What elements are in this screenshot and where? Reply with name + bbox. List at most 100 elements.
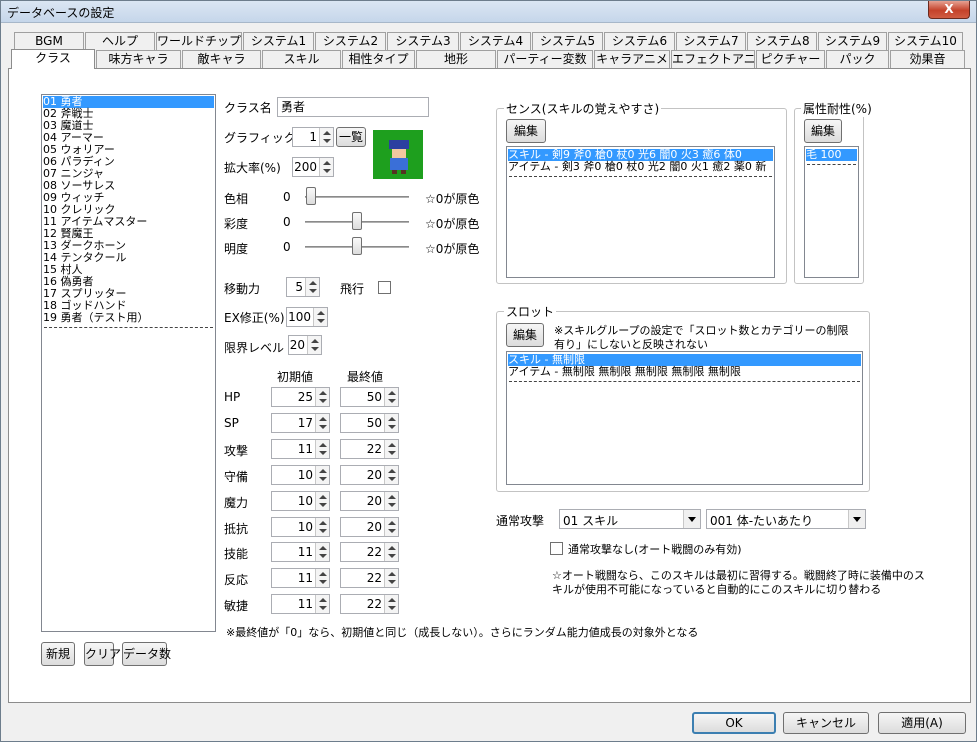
- sense-list[interactable]: スキル - 剣9 斧0 槍0 杖0 光6 闇0 火3 癒6 体0 アイテム - 剣…: [506, 146, 775, 278]
- tab-row2-4[interactable]: スキル: [262, 50, 341, 68]
- chevron-down-icon: [848, 510, 865, 528]
- spinner-arrows-icon[interactable]: [384, 465, 398, 484]
- spinner-arrows-icon[interactable]: [384, 517, 398, 536]
- stat-final-spinner[interactable]: 22: [340, 594, 399, 615]
- normal-attack-skill-select[interactable]: 001 体-たいあたり: [706, 509, 866, 529]
- ex-spinner[interactable]: 100: [286, 307, 328, 327]
- move-spinner[interactable]: 5: [286, 277, 320, 297]
- spinner-arrows-icon[interactable]: [384, 439, 398, 458]
- class-name-input[interactable]: 勇者: [277, 97, 429, 117]
- stat-final-spinner[interactable]: 20: [340, 490, 399, 511]
- spinner-arrows-icon[interactable]: [384, 543, 398, 562]
- spinner-arrows-icon[interactable]: [384, 569, 398, 588]
- ok-button[interactable]: OK: [692, 712, 776, 734]
- stat-initial-spinner[interactable]: 10: [271, 516, 330, 537]
- stat-initial-spinner[interactable]: 17: [271, 412, 330, 433]
- spinner-arrows-icon[interactable]: [315, 465, 329, 484]
- tab-row2-2[interactable]: 味方キャラ: [96, 50, 181, 68]
- graphic-spinner[interactable]: 1: [292, 127, 334, 147]
- spinner-arrows-icon[interactable]: [315, 517, 329, 536]
- normal-attack-skill-group-select[interactable]: 01 スキル: [559, 509, 701, 529]
- slot-group-title: スロット: [504, 303, 557, 320]
- tab-10[interactable]: システム7: [676, 32, 746, 50]
- graphic-list-button[interactable]: 一覧: [336, 127, 366, 147]
- stat-final-spinner[interactable]: 50: [340, 387, 399, 407]
- spinner-arrows-icon[interactable]: [315, 569, 329, 588]
- stat-final-spinner[interactable]: 50: [340, 412, 399, 433]
- spinner-arrows-icon[interactable]: [315, 595, 329, 614]
- tab-1[interactable]: BGM: [14, 32, 84, 50]
- stat-initial-spinner[interactable]: 10: [271, 490, 330, 511]
- spinner-arrows-icon[interactable]: [315, 439, 329, 458]
- attribute-list-item[interactable]: 毛 100: [806, 149, 857, 161]
- spinner-arrows-icon[interactable]: [315, 543, 329, 562]
- sense-list-item[interactable]: アイテム - 剣3 斧0 槍0 杖0 光2 闇0 火1 癒2 薬0 新: [508, 161, 773, 173]
- saturation-slider-thumb[interactable]: [352, 212, 362, 230]
- stat-final-spinner[interactable]: 22: [340, 568, 399, 589]
- scale-spinner[interactable]: 200: [292, 157, 334, 177]
- stat-initial-spinner[interactable]: 10: [271, 464, 330, 485]
- stat-final-spinner[interactable]: 22: [340, 542, 399, 563]
- tab-row2-5[interactable]: 相性タイプ: [342, 50, 415, 68]
- tab-row2-12[interactable]: 効果音: [890, 50, 965, 68]
- class-list[interactable]: 01 勇者 02 斧戦士 03 魔道士 04 アーマー 05 ウォリアー 06 パラディン…: [41, 94, 216, 632]
- tab-6[interactable]: システム3: [387, 32, 459, 50]
- cancel-button[interactable]: キャンセル: [783, 712, 869, 734]
- close-button[interactable]: X: [928, 1, 970, 19]
- attribute-edit-button[interactable]: 編集: [804, 119, 842, 143]
- brightness-slider-thumb[interactable]: [352, 237, 362, 255]
- hue-slider-thumb[interactable]: [306, 187, 316, 205]
- stat-initial-spinner[interactable]: 11: [271, 438, 330, 459]
- tab-13[interactable]: システム10: [888, 32, 963, 50]
- stat-initial-spinner[interactable]: 25: [271, 387, 330, 407]
- graphic-label: グラフィック: [224, 131, 296, 145]
- tab-2[interactable]: ヘルプ: [85, 32, 155, 50]
- stat-initial-value: 11: [297, 597, 313, 612]
- tab-row2-3[interactable]: 敵キャラ: [182, 50, 261, 68]
- spinner-arrows-icon[interactable]: [315, 413, 329, 432]
- initial-value-header: 初期値: [277, 370, 314, 384]
- limit-level-spinner[interactable]: 20: [288, 335, 322, 355]
- stat-label: 敏捷: [224, 599, 249, 614]
- tab-8[interactable]: システム5: [532, 32, 603, 50]
- spinner-arrows-icon[interactable]: [315, 388, 329, 406]
- slot-edit-button[interactable]: 編集: [506, 323, 544, 347]
- tab-5[interactable]: システム2: [315, 32, 386, 50]
- tab-9[interactable]: システム6: [604, 32, 675, 50]
- new-button[interactable]: 新規: [41, 642, 75, 666]
- tab-4[interactable]: システム1: [243, 32, 314, 50]
- stat-initial-spinner[interactable]: 11: [271, 542, 330, 563]
- stat-final-spinner[interactable]: 22: [340, 438, 399, 459]
- no-normal-attack-checkbox[interactable]: [550, 542, 563, 555]
- spinner-arrows-icon[interactable]: [384, 388, 398, 406]
- tab-row2-1[interactable]: クラス: [11, 49, 95, 69]
- data-count-button[interactable]: データ数: [122, 642, 171, 666]
- tab-row2-11[interactable]: パック: [826, 50, 889, 68]
- clear-button[interactable]: クリア: [84, 642, 121, 666]
- tab-12[interactable]: システム9: [818, 32, 887, 50]
- stat-initial-spinner[interactable]: 11: [271, 568, 330, 589]
- tab-7[interactable]: システム4: [460, 32, 531, 50]
- spinner-arrows-icon[interactable]: [384, 595, 398, 614]
- stat-initial-spinner[interactable]: 11: [271, 594, 330, 615]
- spinner-arrows-icon[interactable]: [315, 491, 329, 510]
- stat-final-spinner[interactable]: 20: [340, 516, 399, 537]
- fly-checkbox[interactable]: [378, 281, 391, 294]
- tab-row2-8[interactable]: キャラアニメ: [594, 50, 670, 68]
- class-list-item[interactable]: 19 勇者（テスト用）: [43, 312, 149, 324]
- tab-row2-6[interactable]: 地形: [416, 50, 496, 68]
- stat-final-spinner[interactable]: 20: [340, 464, 399, 485]
- sense-edit-button[interactable]: 編集: [506, 119, 546, 143]
- spinner-arrows-icon[interactable]: [384, 491, 398, 510]
- apply-button[interactable]: 適用(A): [878, 712, 966, 734]
- scale-label: 拡大率(%): [224, 161, 281, 175]
- slot-list[interactable]: スキル - 無制限 アイテム - 無制限 無制限 無制限 無制限 無制限: [506, 351, 863, 485]
- tab-row2-9[interactable]: エフェクトアニメ: [671, 50, 755, 68]
- tab-3[interactable]: ワールドチップ: [156, 32, 242, 50]
- tab-11[interactable]: システム8: [747, 32, 817, 50]
- attribute-list[interactable]: 毛 100: [804, 146, 859, 278]
- slot-list-item[interactable]: アイテム - 無制限 無制限 無制限 無制限 無制限: [508, 366, 861, 378]
- tab-row2-10[interactable]: ピクチャー: [756, 50, 825, 68]
- tab-row2-7[interactable]: パーティー変数: [497, 50, 593, 68]
- spinner-arrows-icon[interactable]: [384, 413, 398, 432]
